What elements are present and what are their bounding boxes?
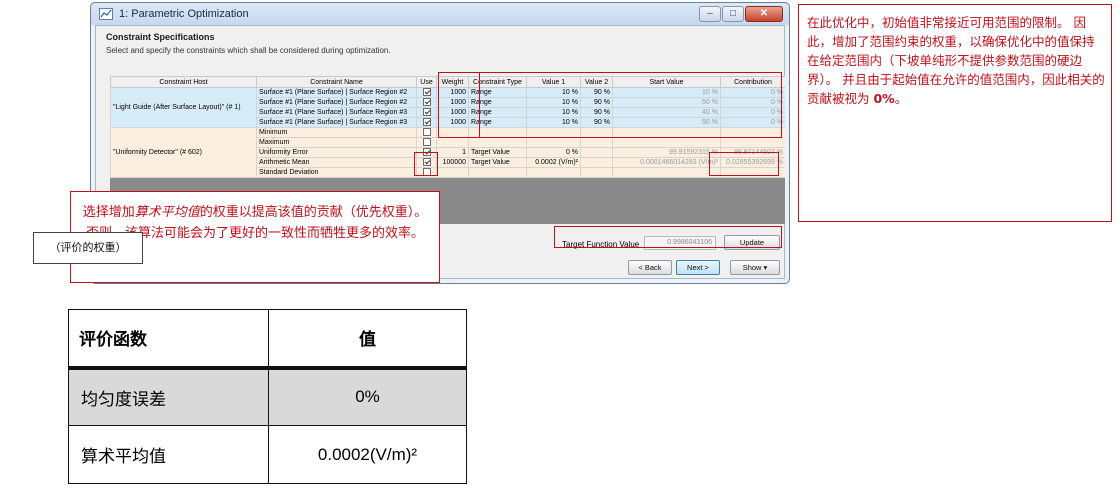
value1-cell[interactable] [526, 137, 581, 148]
constraint-type-cell[interactable]: Target Value [468, 147, 527, 158]
start-value-cell: 0.0001466014283 (V/m)² [612, 157, 721, 168]
value2-cell[interactable] [580, 167, 613, 178]
summary-row: 算术平均值 0.0002(V/m)² [68, 425, 467, 484]
use-checkbox-highlight [414, 152, 438, 176]
constraint-name-cell: Surface #1 (Plane Surface) | Surface Reg… [256, 87, 417, 98]
callout-bold-value: 0% [873, 91, 895, 106]
start-value-cell: 99.91592315 % [612, 147, 721, 158]
column-header[interactable]: Use [416, 76, 437, 88]
constraint-host-cell: "Uniformity Detector" (# 602) [110, 127, 257, 178]
constraint-name-cell: Surface #1 (Plane Surface) | Surface Reg… [256, 117, 417, 128]
start-value-cell [612, 137, 721, 148]
column-header[interactable]: Constraint Host [110, 76, 257, 88]
callout-text-end: 。 [894, 91, 908, 106]
constraint-type-cell[interactable] [468, 137, 527, 148]
constraint-name-cell: Standard Deviation [256, 167, 417, 178]
use-checkbox[interactable] [422, 98, 431, 107]
value1-cell[interactable]: 0 % [526, 147, 581, 158]
maximize-button[interactable]: □ [722, 6, 744, 22]
title-bar: 1: Parametric Optimization – □ ✕ [91, 3, 789, 25]
use-checkbox[interactable] [422, 138, 431, 147]
value2-cell[interactable] [580, 137, 613, 148]
constraint-name-cell: Uniformity Error [256, 147, 417, 158]
show-button[interactable]: Show ▾ [730, 260, 780, 275]
contribution-cell [720, 137, 785, 148]
summary-cell: 0.0002(V/m)² [268, 425, 467, 484]
constraint-type-cell[interactable]: Target Value [468, 157, 527, 168]
constraint-name-cell: Maximum [256, 137, 417, 148]
range-weight-callout: 在此优化中，初始值非常接近可用范围的限制。 因此，增加了范围约束的权重，以确保优… [798, 4, 1112, 222]
value1-cell[interactable]: 0.0002 (V/m)² [526, 157, 581, 168]
section-title: Constraint Specifications [106, 32, 215, 42]
value1-cell[interactable] [526, 167, 581, 178]
target-function-highlight [554, 226, 782, 248]
minimize-button[interactable]: – [699, 6, 721, 22]
constraint-host-cell: "Light Guide (After Surface Layout)" (# … [110, 87, 257, 128]
value2-cell[interactable] [580, 147, 613, 158]
use-checkbox[interactable] [422, 128, 431, 137]
use-cell [416, 117, 437, 128]
use-checkbox[interactable] [422, 108, 431, 117]
weight-cell[interactable] [436, 167, 469, 178]
constraint-name-cell: Surface #1 (Plane Surface) | Surface Reg… [256, 107, 417, 118]
callout-text: 在此优化中，初始值非常接近可用范围的限制。 因此，增加了范围约束的权重，以确保优… [807, 15, 1105, 106]
callout-text-pre: 选择增加 [82, 205, 135, 220]
summary-cell: 0% [268, 367, 467, 426]
weight-cell[interactable]: 1 [436, 147, 469, 158]
value2-cell[interactable] [580, 157, 613, 168]
summary-row: 均匀度误差 0% [68, 367, 467, 426]
summary-header-row: 评价函数 值 [68, 309, 467, 370]
use-cell [416, 97, 437, 108]
callout-emphasis: 算术平均值 [134, 205, 200, 220]
constraint-type-cell[interactable] [468, 167, 527, 178]
evaluation-summary-table: 评价函数 值 均匀度误差 0% 算术平均值 0.0002(V/m)² [68, 309, 467, 484]
summary-cell: 均匀度误差 [68, 367, 269, 426]
constraint-name-cell: Minimum [256, 127, 417, 138]
summary-cell: 算术平均值 [68, 425, 269, 484]
close-button[interactable]: ✕ [745, 6, 783, 22]
range-constraints-highlight [438, 72, 782, 138]
start-value-cell [612, 167, 721, 178]
summary-header: 值 [268, 309, 467, 370]
use-checkbox[interactable] [422, 88, 431, 97]
use-cell [416, 127, 437, 138]
constraint-name-cell: Arithmetic Mean [256, 157, 417, 168]
summary-header: 评价函数 [68, 309, 269, 370]
window-title: 1: Parametric Optimization [119, 8, 249, 20]
column-header[interactable]: Constraint Name [256, 76, 417, 88]
section-description: Select and specify the constraints which… [106, 46, 391, 55]
weight-label: （评价的权重） [33, 232, 143, 264]
optimization-app-icon [99, 8, 113, 20]
next-button[interactable]: Next > [676, 260, 720, 275]
back-button[interactable]: < Back [628, 260, 672, 275]
weight-cell[interactable] [436, 137, 469, 148]
constraint-name-cell: Surface #1 (Plane Surface) | Surface Reg… [256, 97, 417, 108]
use-cell [416, 137, 437, 148]
use-checkbox[interactable] [422, 118, 431, 127]
use-cell [416, 87, 437, 98]
weight-cell[interactable]: 100000 [436, 157, 469, 168]
use-cell [416, 107, 437, 118]
contribution-highlight [709, 152, 779, 176]
